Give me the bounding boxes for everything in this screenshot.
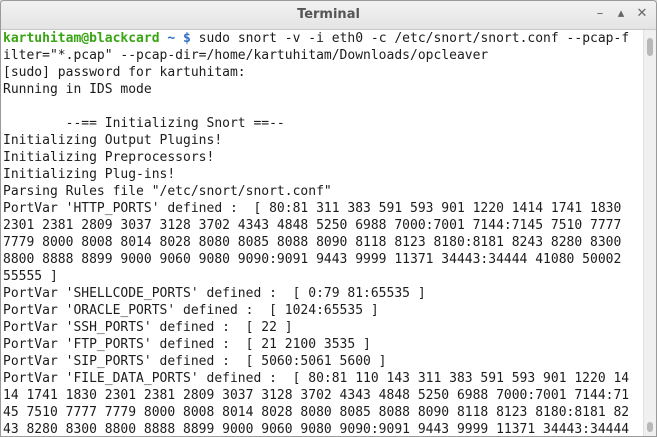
maximize-icon[interactable]: ▴ (612, 5, 630, 23)
window-title: Terminal (297, 7, 360, 22)
terminal-line: Running in IDS mode (3, 82, 152, 97)
terminal-line: 8800 8888 8899 9000 9060 9080 9090:9091 … (3, 252, 622, 267)
terminal-line: PortVar 'FILE_DATA_PORTS' defined : [ 80… (3, 371, 630, 386)
terminal-line: 55555 ] (3, 269, 58, 284)
terminal-line: Parsing Rules file "/etc/snort/snort.con… (3, 184, 332, 199)
terminal-line: PortVar 'FTP_PORTS' defined : [ 21 2100 … (3, 337, 371, 352)
prompt-user-host: kartuhitam@blackcard (3, 31, 160, 46)
command-text: sudo snort -v -i eth0 -c /etc/snort/snor… (190, 31, 630, 46)
terminal-line: [sudo] password for kartuhitam: (3, 65, 246, 80)
minimize-icon[interactable]: – (591, 5, 609, 23)
terminal-line: PortVar 'SHELLCODE_PORTS' defined : [ 0:… (3, 286, 426, 301)
terminal-window: Terminal – ▴ ✕ kartuhitam@blackcard ~ $ … (0, 0, 657, 437)
terminal-line: Initializing Plug-ins! (3, 167, 176, 182)
terminal-line: 45 7510 7777 7779 8000 8008 8014 8028 80… (3, 405, 630, 420)
vertical-scrollbar[interactable] (643, 30, 656, 436)
terminal-line: 2301 2381 2809 3037 3128 3702 4343 4848 … (3, 218, 622, 233)
terminal-line: 14 1741 1830 2301 2381 2809 3037 3128 37… (3, 388, 630, 403)
close-icon[interactable]: ✕ (633, 5, 651, 23)
terminal-line: Initializing Output Plugins! (3, 133, 223, 148)
command-line: kartuhitam@blackcard ~ $ sudo snort -v -… (3, 30, 644, 47)
terminal-line: PortVar 'ORACLE_PORTS' defined : [ 1024:… (3, 303, 379, 318)
scrollbar-thumb-end[interactable] (647, 422, 653, 432)
title-bar[interactable]: Terminal – ▴ ✕ (1, 1, 656, 30)
terminal-line: 7779 8000 8008 8014 8028 8080 8085 8088 … (3, 235, 622, 250)
terminal-line: PortVar 'SSH_PORTS' defined : [ 22 ] (3, 320, 293, 335)
command-line-wrap: ilter="*.pcap" --pcap-dir=/home/kartuhit… (3, 48, 489, 63)
terminal-line: PortVar 'SIP_PORTS' defined : [ 5060:506… (3, 354, 387, 369)
terminal-output[interactable]: kartuhitam@blackcard ~ $ sudo snort -v -… (1, 30, 644, 436)
terminal-line: --== Initializing Snort ==-- (3, 116, 285, 131)
prompt-path: ~ $ (159, 31, 191, 46)
scrollbar-thumb[interactable] (647, 38, 653, 56)
terminal-line: 43 8280 8300 8800 8888 8899 9000 9060 90… (3, 422, 630, 436)
terminal-line: Initializing Preprocessors! (3, 150, 215, 165)
terminal-line: PortVar 'HTTP_PORTS' defined : [ 80:81 3… (3, 201, 622, 216)
